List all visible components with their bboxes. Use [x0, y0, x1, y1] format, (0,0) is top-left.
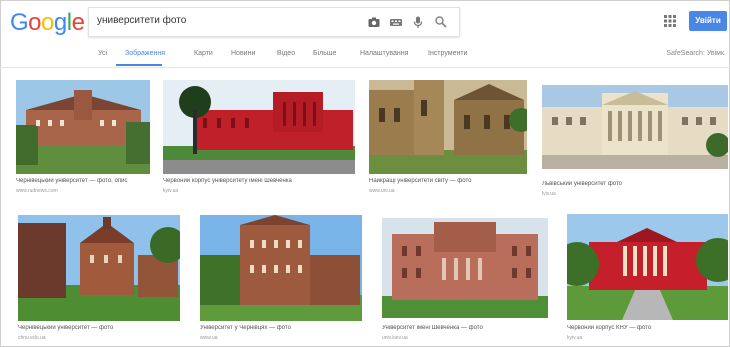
search-box[interactable]: университети фото	[88, 7, 460, 37]
result-thumbnail[interactable]	[382, 218, 548, 318]
tab-tools[interactable]: Інструменти	[428, 50, 467, 57]
result-caption[interactable]: Університет у Чернівцях — фото	[200, 325, 362, 331]
search-tabs: Усі Зображення Карти Новини Відео Більше…	[0, 45, 730, 67]
logo-letter: G	[10, 9, 29, 36]
result-caption[interactable]: Чернівецький університет — фото	[18, 325, 180, 331]
image-result[interactable]: Університет у Чернівцях — фото www.ua	[200, 215, 362, 343]
tab-settings[interactable]: Налаштування	[360, 50, 408, 57]
result-caption[interactable]: Львівський університет фото	[542, 181, 728, 187]
logo-letter: o	[28, 9, 42, 36]
tabs-divider	[0, 67, 730, 68]
tab-images[interactable]: Зображення	[125, 50, 165, 57]
active-tab-indicator	[116, 64, 162, 66]
tab-maps[interactable]: Карти	[194, 50, 213, 57]
result-source: www.ua	[200, 335, 218, 341]
result-source: univ.kiev.ua	[382, 335, 408, 341]
camera-icon[interactable]	[367, 15, 381, 29]
result-thumbnail[interactable]	[567, 214, 728, 320]
result-thumbnail[interactable]	[369, 80, 527, 174]
logo-letter: g	[53, 9, 67, 36]
result-source: chnu.edu.ua	[18, 335, 46, 341]
sign-in-button[interactable]: Увійти	[689, 11, 727, 31]
safesearch-toggle[interactable]: SafeSearch: Увімк.	[666, 50, 726, 57]
keyboard-icon[interactable]	[389, 15, 403, 29]
result-thumbnail[interactable]	[542, 85, 728, 169]
result-caption[interactable]: Червоний корпус університету імені Шевче…	[163, 178, 355, 184]
result-thumbnail[interactable]	[200, 215, 362, 321]
image-result[interactable]: Чернівецький університет — фото, опис ww…	[16, 80, 150, 202]
logo-letter: e	[71, 9, 85, 36]
apps-grid-icon[interactable]	[664, 15, 676, 27]
search-icon[interactable]	[434, 15, 448, 29]
result-caption[interactable]: Університет імені Шевченка — фото	[382, 325, 548, 331]
image-result[interactable]: Найкращі університети світу — фото www.u…	[369, 80, 527, 202]
microphone-icon[interactable]	[411, 15, 425, 29]
result-source: kyiv.ua	[163, 188, 179, 194]
logo-letter: o	[41, 9, 54, 36]
result-thumbnail[interactable]	[163, 80, 355, 174]
image-result[interactable]: Львівський університет фото lviv.ua	[542, 85, 728, 202]
result-source: www.rudnews.com	[16, 188, 58, 194]
result-thumbnail[interactable]	[18, 215, 180, 321]
image-result[interactable]: Червоний корпус університету імені Шевче…	[163, 80, 355, 202]
result-thumbnail[interactable]	[16, 80, 150, 174]
image-result[interactable]: Університет імені Шевченка — фото univ.k…	[382, 218, 548, 343]
google-logo[interactable]: Google	[10, 9, 85, 37]
tab-news[interactable]: Новини	[231, 50, 255, 57]
tab-all[interactable]: Усі	[98, 50, 107, 57]
tab-more[interactable]: Більше	[313, 50, 336, 57]
result-caption[interactable]: Найкращі університети світу — фото	[369, 178, 527, 184]
image-result[interactable]: Чернівецький університет — фото chnu.edu…	[18, 215, 180, 343]
result-source: www.uni.ua	[369, 188, 395, 194]
search-input[interactable]: университети фото	[97, 15, 186, 26]
tab-videos[interactable]: Відео	[277, 50, 295, 57]
result-source: kyiv.ua	[567, 335, 583, 341]
result-caption[interactable]: Чернівецький університет — фото, опис	[16, 178, 150, 184]
image-result[interactable]: Червоний корпус КНУ — фото kyiv.ua	[567, 214, 728, 343]
result-caption[interactable]: Червоний корпус КНУ — фото	[567, 325, 728, 331]
result-source: lviv.ua	[542, 191, 556, 197]
